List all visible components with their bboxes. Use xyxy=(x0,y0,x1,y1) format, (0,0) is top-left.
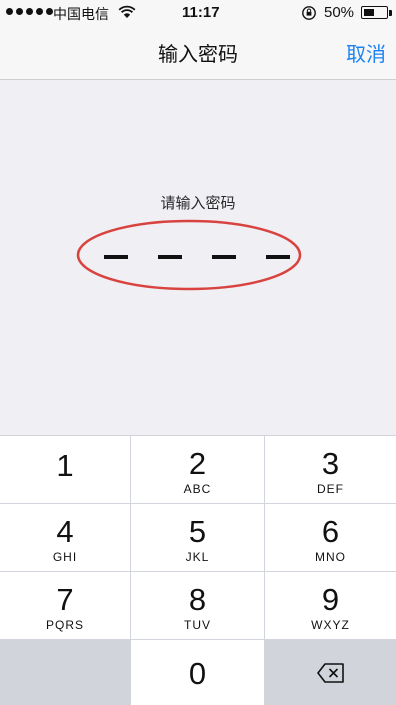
key-9[interactable]: 9 WXYZ xyxy=(265,572,396,639)
key-digit: 2 xyxy=(188,446,207,481)
carrier-name: 中国电信 xyxy=(53,7,109,23)
key-digit: 7 xyxy=(56,582,74,617)
wifi-icon xyxy=(118,5,136,18)
key-letters: JKL xyxy=(185,550,210,564)
passcode-digit-slots xyxy=(104,255,290,263)
key-4[interactable]: 4 GHI xyxy=(0,504,130,571)
key-digit: 3 xyxy=(321,446,340,481)
keypad-blank xyxy=(0,640,130,705)
cancel-button[interactable]: 取消 xyxy=(346,38,386,67)
rotation-lock-icon xyxy=(302,6,316,20)
key-1[interactable]: 1 xyxy=(0,436,130,503)
key-7[interactable]: 7 PQRS xyxy=(0,572,130,639)
key-letters: TUV xyxy=(184,618,211,632)
key-2[interactable]: 2 ABC xyxy=(131,436,264,503)
delete-backspace-icon xyxy=(316,662,344,683)
battery-icon xyxy=(361,6,388,19)
key-letters: PQRS xyxy=(45,618,84,632)
key-letters: DEF xyxy=(317,482,344,496)
status-bar: 中国电信 11:17 50% xyxy=(0,0,396,26)
passcode-slot xyxy=(158,255,182,259)
key-digit: 0 xyxy=(188,656,207,691)
key-digit: 1 xyxy=(56,448,74,483)
key-digit: 6 xyxy=(321,514,340,549)
key-digit: 8 xyxy=(188,582,207,617)
key-letters: GHI xyxy=(52,550,78,564)
passcode-slot xyxy=(212,255,236,259)
navigation-bar: 输入密码 取消 xyxy=(0,26,396,80)
key-5[interactable]: 5 JKL xyxy=(131,504,264,571)
key-0[interactable]: 0 xyxy=(131,640,264,705)
key-digit: 9 xyxy=(321,582,340,617)
passcode-screen: 中国电信 11:17 50% 输入密码 取消 请输入密码 1 2 ABC 3 DEF 4 G… xyxy=(0,0,396,705)
passcode-slot xyxy=(104,255,128,259)
numeric-keypad: 1 2 ABC 3 DEF 4 GHI 5 JKL 6 MNO 7 PQRS 8 TUV 9 WXYZ 0 xyxy=(0,435,396,705)
key-letters: WXYZ xyxy=(311,618,350,632)
key-letters: MNO xyxy=(315,550,346,564)
passcode-prompt: 请输入密码 xyxy=(160,194,236,212)
passcode-slot xyxy=(266,255,290,259)
page-title: 输入密码 xyxy=(158,42,238,66)
delete-button[interactable] xyxy=(265,640,396,705)
key-digit: 5 xyxy=(188,514,207,549)
battery-percentage: 50% xyxy=(324,4,355,21)
key-8[interactable]: 8 TUV xyxy=(131,572,264,639)
passcode-entry-area: 请输入密码 xyxy=(0,80,396,435)
clock-time: 11:17 xyxy=(182,4,220,21)
key-3[interactable]: 3 DEF xyxy=(265,436,396,503)
signal-strength-icon xyxy=(6,8,53,15)
key-digit: 4 xyxy=(56,514,74,549)
battery-tip xyxy=(389,10,392,16)
key-6[interactable]: 6 MNO xyxy=(265,504,396,571)
key-letters: ABC xyxy=(183,482,212,496)
